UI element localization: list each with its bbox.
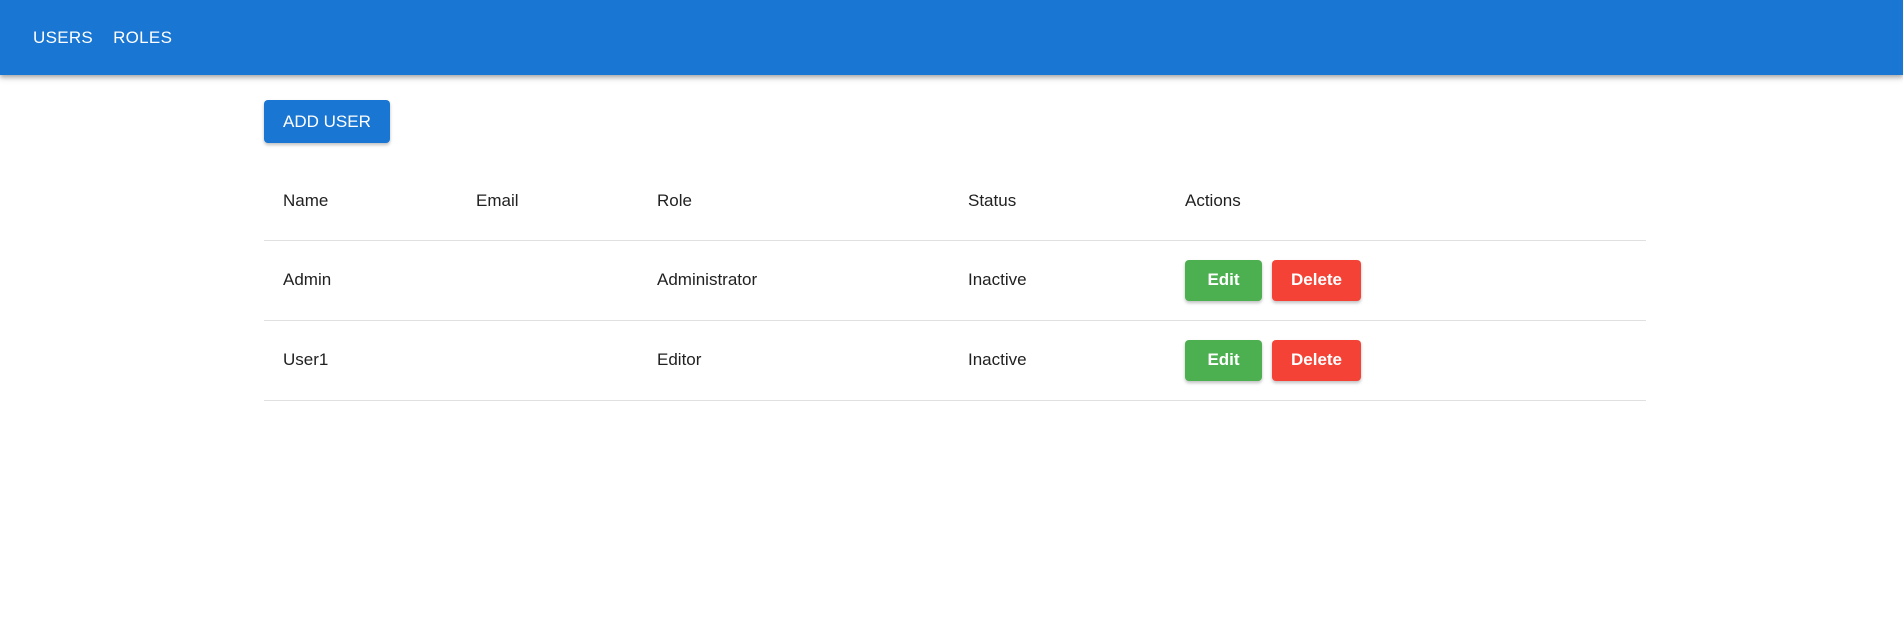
cell-actions: Edit Delete <box>1166 240 1646 321</box>
cell-status: Inactive <box>949 240 1166 321</box>
column-header-role: Role <box>638 163 949 241</box>
cell-email <box>457 320 638 401</box>
nav-link-users[interactable]: USERS <box>25 22 101 54</box>
delete-button[interactable]: Delete <box>1272 339 1361 381</box>
column-header-status: Status <box>949 163 1166 241</box>
table-header-row: Name Email Role Status Actions <box>264 163 1646 241</box>
edit-button[interactable]: Edit <box>1185 339 1262 381</box>
main-content: ADD USER Name Email Role Status Actions … <box>264 100 1646 401</box>
add-user-button[interactable]: ADD USER <box>264 100 390 143</box>
column-header-actions: Actions <box>1166 163 1646 241</box>
table-row: User1 Editor Inactive Edit Delete <box>264 320 1646 401</box>
table-row: Admin Administrator Inactive Edit Delete <box>264 240 1646 321</box>
cell-email <box>457 240 638 321</box>
users-table: Name Email Role Status Actions Admin Adm… <box>264 163 1646 401</box>
edit-button[interactable]: Edit <box>1185 259 1262 301</box>
cell-name: Admin <box>264 240 457 321</box>
nav-link-roles[interactable]: ROLES <box>105 22 180 54</box>
cell-status: Inactive <box>949 320 1166 401</box>
column-header-email: Email <box>457 163 638 241</box>
delete-button[interactable]: Delete <box>1272 259 1361 301</box>
cell-role: Administrator <box>638 240 949 321</box>
cell-role: Editor <box>638 320 949 401</box>
cell-name: User1 <box>264 320 457 401</box>
column-header-name: Name <box>264 163 457 241</box>
cell-actions: Edit Delete <box>1166 320 1646 401</box>
app-bar: USERS ROLES <box>0 0 1903 75</box>
